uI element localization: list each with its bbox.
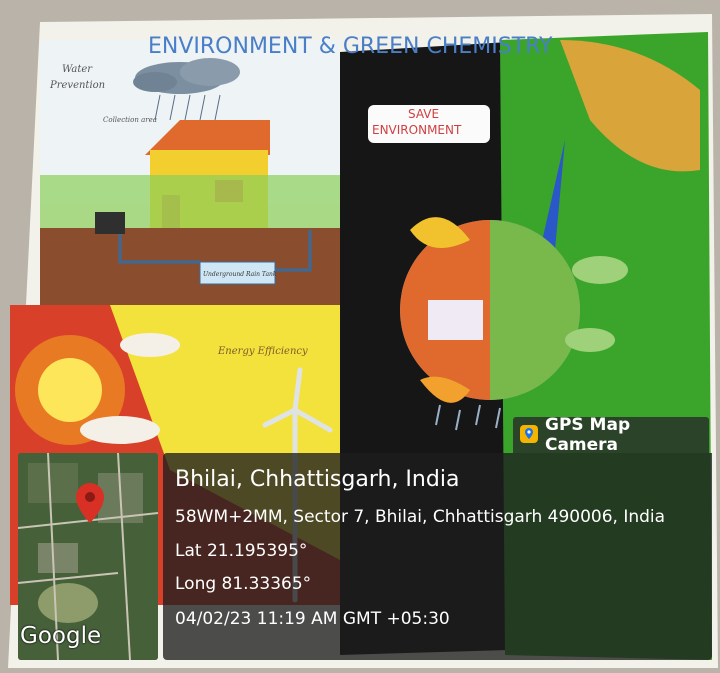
longitude-text: Long 81.33365° [175, 574, 312, 594]
water-label-line-1: Water [62, 64, 93, 75]
tank-label: Underground Rain Tank [203, 271, 277, 278]
google-logo: Google [20, 623, 102, 649]
water-label-line-2: Prevention [49, 80, 105, 91]
latitude-text: Lat 21.195395° [175, 541, 308, 561]
address-text: 58WM+2MM, Sector 7, Bhilai, Chhattisgarh… [175, 507, 666, 527]
gps-map-camera-badge: GPS Map Camera [513, 415, 709, 455]
map-pin-camera-icon [519, 425, 538, 443]
collection-label: Collection area [103, 116, 157, 124]
energy-label: Energy Efficiency [217, 346, 308, 357]
location-info-panel: Bhilai, Chhattisgarh, India 58WM+2MM, Se… [163, 453, 712, 660]
map-thumbnail: Google [18, 453, 158, 660]
save-sign-line-1: SAVE [408, 107, 439, 121]
location-title: Bhilai, Chhattisgarh, India [175, 467, 460, 492]
save-sign-line-2: ENVIRONMENT [372, 123, 462, 137]
badge-label: GPS Map Camera [544, 415, 631, 455]
poster-title: ENVIRONMENT & GREEN CHEMISTRY [148, 34, 553, 59]
timestamp-text: 04/02/23 11:19 AM GMT +05:30 [175, 609, 450, 629]
